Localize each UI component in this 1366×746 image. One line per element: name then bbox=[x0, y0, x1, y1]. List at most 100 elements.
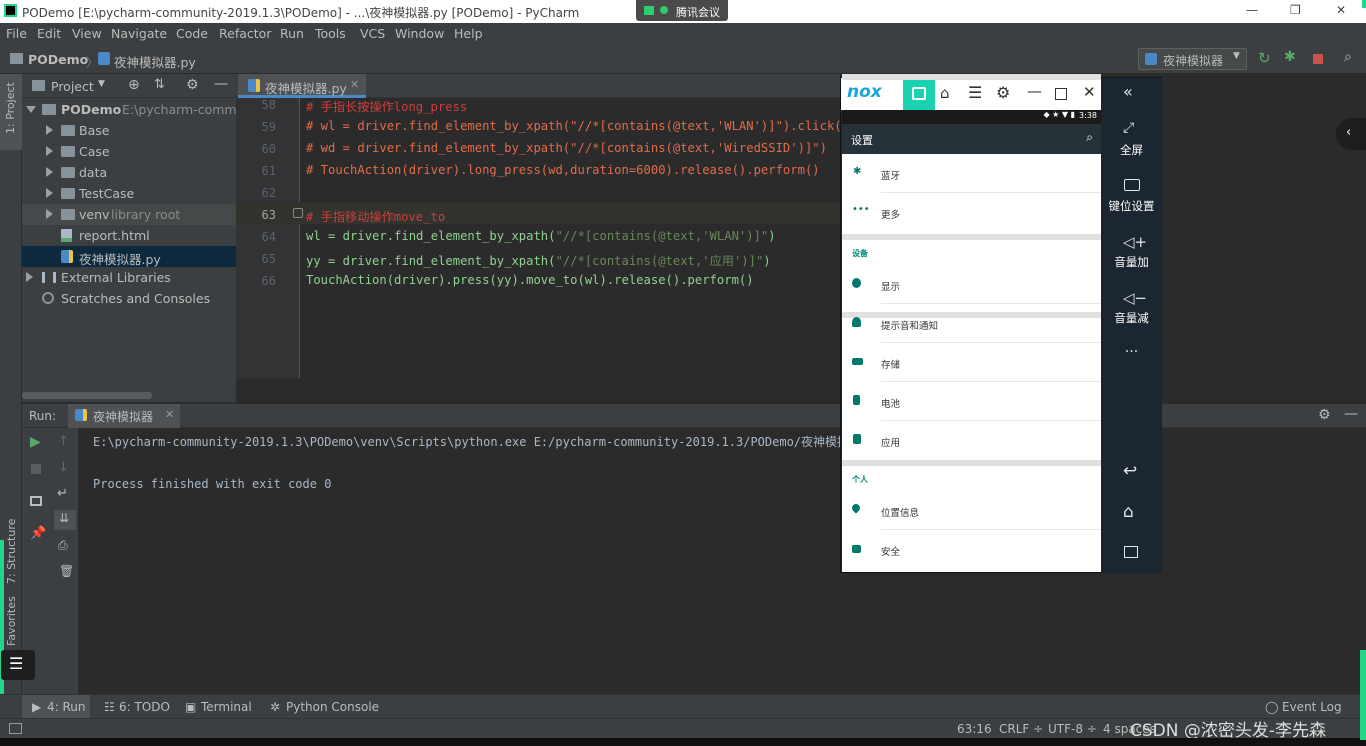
settings-item-battery[interactable]: 电池 bbox=[842, 382, 1101, 421]
horizontal-scrollbar[interactable] bbox=[22, 392, 152, 399]
settings-item-sound[interactable]: 提示音和通知 bbox=[842, 304, 1101, 343]
settings-icon[interactable]: ⚙ bbox=[996, 83, 1010, 102]
settings-item-display[interactable]: 显示 bbox=[842, 265, 1101, 304]
crosshair-icon[interactable]: ⊕ bbox=[128, 77, 140, 93]
line-separator[interactable]: CRLF ÷ bbox=[999, 722, 1043, 736]
close-run-tab-icon[interactable]: ✕ bbox=[165, 408, 174, 421]
layout-icon[interactable] bbox=[30, 496, 42, 506]
tree-item-testcase[interactable]: TestCase bbox=[22, 183, 236, 204]
toggle-tool-windows-icon[interactable] bbox=[9, 723, 22, 734]
search-icon[interactable]: ⌕ bbox=[1344, 49, 1352, 65]
fold-marker-icon[interactable] bbox=[293, 208, 303, 218]
menu-tools[interactable]: Tools bbox=[315, 26, 346, 41]
rerun-icon[interactable]: ↻ bbox=[1258, 49, 1271, 67]
restore-icon[interactable]: ❐ bbox=[1290, 3, 1301, 17]
floating-menu-button[interactable]: ☰ bbox=[1, 650, 35, 680]
breadcrumb-project[interactable]: PODemo bbox=[28, 52, 88, 67]
menu-help[interactable]: Help bbox=[454, 26, 483, 41]
trash-icon[interactable]: 🗑 bbox=[59, 564, 74, 578]
gear-icon[interactable]: ⚙ bbox=[186, 77, 199, 93]
run-tab-nox[interactable]: 夜神模拟器 ✕ bbox=[68, 404, 180, 428]
tab-event-log[interactable]: Event Log bbox=[1282, 700, 1342, 714]
menu-edit[interactable]: Edit bbox=[37, 26, 61, 41]
nox-maximize-icon[interactable] bbox=[1055, 88, 1067, 100]
soft-wrap-icon[interactable]: ↵ bbox=[57, 486, 68, 501]
tree-item-data[interactable]: data bbox=[22, 162, 236, 183]
menu-view[interactable]: View bbox=[72, 26, 102, 41]
tree-item-external-libraries[interactable]: External Libraries bbox=[22, 267, 236, 288]
settings-item-more[interactable]: ••• 更多 bbox=[842, 193, 1101, 232]
up-arrow-icon[interactable]: ↑ bbox=[58, 434, 69, 449]
tree-item-venv[interactable]: venv library root bbox=[22, 204, 236, 225]
settings-item-storage[interactable]: 存储 bbox=[842, 343, 1101, 382]
caret-position[interactable]: 63:16 bbox=[957, 722, 992, 736]
tencent-meeting-badge[interactable]: 腾讯会议 bbox=[636, 0, 728, 21]
collapse-sidebar-icon[interactable]: « bbox=[1123, 82, 1133, 101]
tree-item-case[interactable]: Case bbox=[22, 141, 236, 162]
hide-panel-icon[interactable]: — bbox=[214, 76, 228, 92]
menu-run[interactable]: Run bbox=[280, 26, 304, 41]
tab-run-tool[interactable]: ▶ 4: Run bbox=[22, 695, 90, 719]
more-options-icon[interactable]: ... bbox=[1101, 340, 1162, 356]
settings-item-location[interactable]: 位置信息 bbox=[842, 491, 1101, 530]
side-collapse-button[interactable]: ‹ bbox=[1336, 118, 1366, 150]
run-settings-gear-icon[interactable]: ⚙ bbox=[1318, 407, 1331, 423]
collapsed-arrow-icon[interactable] bbox=[46, 125, 53, 135]
menu-window[interactable]: Window bbox=[395, 26, 444, 41]
pin-icon[interactable]: 📌 bbox=[30, 526, 46, 541]
debug-icon[interactable]: ✱ bbox=[1284, 49, 1296, 65]
menu-navigate[interactable]: Navigate bbox=[111, 26, 167, 41]
tree-item-base[interactable]: Base bbox=[22, 120, 236, 141]
nox-app-center-button[interactable] bbox=[903, 78, 935, 110]
home-icon[interactable]: ⌂ bbox=[1123, 502, 1134, 522]
tree-item-nox-py[interactable]: 夜神模拟器.py bbox=[22, 246, 236, 267]
tab-nox-py[interactable]: 夜神模拟器.py ✕ bbox=[238, 74, 366, 98]
structure-tool-tab[interactable]: 7: Structure bbox=[5, 519, 18, 584]
settings-item-apps[interactable]: 应用 bbox=[842, 421, 1101, 460]
menu-icon[interactable]: ☰ bbox=[968, 83, 982, 102]
tab-python-console[interactable]: Python Console bbox=[286, 700, 379, 714]
tree-item-report-html[interactable]: report.html bbox=[22, 225, 236, 246]
skin-icon[interactable]: ⌂ bbox=[940, 84, 950, 102]
breadcrumb-file[interactable]: 夜神模拟器.py bbox=[114, 52, 196, 71]
collapse-all-icon[interactable]: ⇅ bbox=[154, 77, 165, 92]
nox-close-icon[interactable]: ✕ bbox=[1083, 83, 1096, 101]
menu-vcs[interactable]: VCS bbox=[360, 26, 385, 41]
collapsed-arrow-icon[interactable] bbox=[46, 188, 53, 198]
settings-search-icon[interactable]: ⌕ bbox=[1086, 130, 1093, 145]
file-encoding[interactable]: UTF-8 ÷ bbox=[1048, 722, 1097, 736]
collapsed-arrow-icon[interactable] bbox=[46, 209, 53, 219]
collapsed-arrow-icon[interactable] bbox=[46, 167, 53, 177]
run-config-dropdown[interactable]: 夜神模拟器 ▼ bbox=[1138, 48, 1247, 70]
print-icon[interactable]: ⎙ bbox=[58, 538, 68, 553]
scroll-to-end-button[interactable]: ⇊ bbox=[54, 510, 76, 530]
rerun-play-icon[interactable]: ▶ bbox=[30, 434, 41, 450]
project-view-selector[interactable]: Project bbox=[51, 79, 94, 94]
run-console-output[interactable]: E:\pycharm-community-2019.1.3\PODemo\ven… bbox=[78, 428, 1366, 694]
stop-icon[interactable] bbox=[1313, 54, 1323, 64]
project-tool-tab[interactable]: 1: Project bbox=[0, 74, 22, 150]
tab-todo[interactable]: 6: TODO bbox=[119, 700, 170, 714]
close-window-icon[interactable]: ✕ bbox=[1336, 3, 1346, 17]
expand-arrow-icon[interactable] bbox=[26, 106, 36, 113]
project-view-arrow-icon[interactable]: ▼ bbox=[98, 79, 105, 89]
collapsed-arrow-icon[interactable] bbox=[26, 272, 33, 282]
tab-terminal[interactable]: Terminal bbox=[201, 700, 252, 714]
menu-code[interactable]: Code bbox=[176, 26, 208, 41]
minimize-icon[interactable]: — bbox=[1246, 3, 1258, 17]
collapsed-arrow-icon[interactable] bbox=[46, 146, 53, 156]
stop-disabled-icon[interactable] bbox=[31, 464, 41, 474]
nox-minimize-icon[interactable]: — bbox=[1027, 82, 1042, 100]
down-arrow-icon[interactable]: ↓ bbox=[58, 460, 69, 475]
tree-item-podemo[interactable]: PODemo E:\pycharm-commu bbox=[22, 99, 236, 120]
tree-item-scratches[interactable]: Scratches and Consoles bbox=[22, 288, 236, 309]
settings-item-bluetooth[interactable]: ✱ 蓝牙 bbox=[842, 154, 1101, 193]
settings-item-security[interactable]: 安全 bbox=[842, 530, 1101, 569]
menu-refactor[interactable]: Refactor bbox=[219, 26, 271, 41]
favorites-tool-tab[interactable]: Favorites bbox=[5, 596, 18, 646]
back-icon[interactable]: ↩ bbox=[1123, 461, 1137, 481]
recent-apps-icon[interactable] bbox=[1124, 546, 1138, 558]
close-tab-icon[interactable]: ✕ bbox=[350, 78, 359, 91]
menu-file[interactable]: File bbox=[6, 26, 27, 41]
hide-run-panel-icon[interactable]: — bbox=[1344, 406, 1358, 422]
